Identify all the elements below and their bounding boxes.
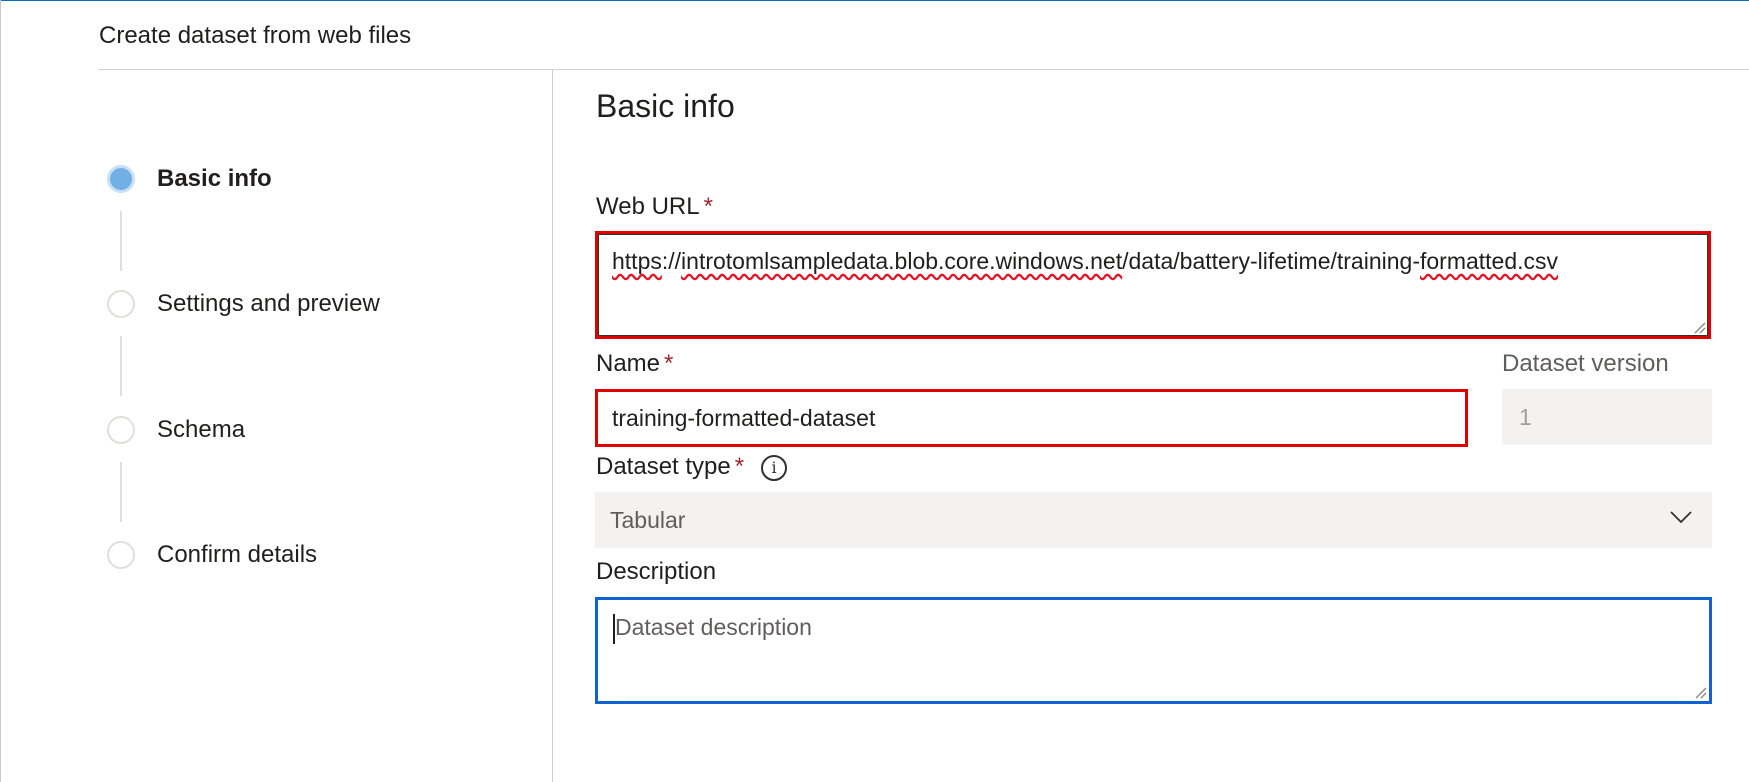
- web-url-value: https://introtomlsampledata.blob.core.wi…: [612, 248, 1558, 275]
- url-part: /data/battery-lifetime/training-: [1122, 248, 1420, 274]
- name-field[interactable]: training-formatted-dataset: [595, 389, 1468, 447]
- step-active-indicator: [107, 165, 135, 193]
- section-title: Basic info: [596, 88, 735, 124]
- dataset-type-value: Tabular: [610, 507, 686, 533]
- resize-handle-icon[interactable]: [1692, 320, 1706, 334]
- url-part: formatted.csv: [1419, 248, 1559, 274]
- panel-title: Create dataset from web files: [99, 22, 412, 49]
- step-connector: [120, 211, 122, 271]
- web-url-label-text: Web URL: [596, 193, 700, 220]
- chevron-down-icon: [1670, 511, 1692, 524]
- step-connector: [120, 462, 122, 522]
- required-marker: *: [664, 350, 674, 377]
- required-marker: *: [703, 193, 713, 220]
- name-label: Name *: [596, 350, 673, 378]
- stepper-form-divider: [552, 70, 553, 782]
- step-settings-and-preview[interactable]: Settings and preview: [107, 290, 380, 318]
- step-label: Confirm details: [157, 541, 318, 568]
- description-label: Description: [596, 558, 717, 585]
- web-url-field[interactable]: https://introtomlsampledata.blob.core.wi…: [595, 231, 1711, 339]
- left-edge-divider: [0, 0, 1, 782]
- step-label: Basic info: [157, 165, 272, 192]
- step-label: Schema: [157, 416, 246, 443]
- step-label: Settings and preview: [157, 290, 380, 317]
- url-part: ://: [661, 248, 682, 274]
- dataset-type-label-text: Dataset type: [596, 453, 731, 480]
- dataset-type-dropdown[interactable]: Tabular: [595, 492, 1712, 548]
- resize-handle-icon[interactable]: [1693, 685, 1707, 699]
- title-divider: [99, 69, 1749, 70]
- name-value: training-formatted-dataset: [612, 405, 876, 431]
- dataset-version-field: 1: [1502, 389, 1712, 445]
- top-accent-line: [0, 0, 1749, 1]
- description-placeholder: Dataset description: [615, 614, 812, 640]
- step-connector: [120, 336, 122, 396]
- web-url-label: Web URL *: [596, 193, 713, 221]
- step-basic-info[interactable]: Basic info: [107, 165, 272, 193]
- dataset-version-value: 1: [1519, 404, 1532, 430]
- step-confirm-details[interactable]: Confirm details: [107, 541, 317, 569]
- url-part: introtomlsampledata.blob.core.windows.ne…: [681, 248, 1123, 274]
- url-part: https: [612, 248, 662, 274]
- info-icon[interactable]: i: [761, 455, 787, 481]
- step-schema[interactable]: Schema: [107, 416, 245, 444]
- dataset-version-label: Dataset version: [1502, 350, 1669, 377]
- name-label-text: Name: [596, 350, 661, 377]
- required-marker: *: [734, 453, 745, 480]
- step-pending-indicator: [107, 416, 135, 444]
- step-pending-indicator: [107, 290, 135, 318]
- dataset-type-label: Dataset type *: [596, 453, 744, 481]
- description-field[interactable]: Dataset description: [595, 597, 1712, 704]
- step-pending-indicator: [107, 541, 135, 569]
